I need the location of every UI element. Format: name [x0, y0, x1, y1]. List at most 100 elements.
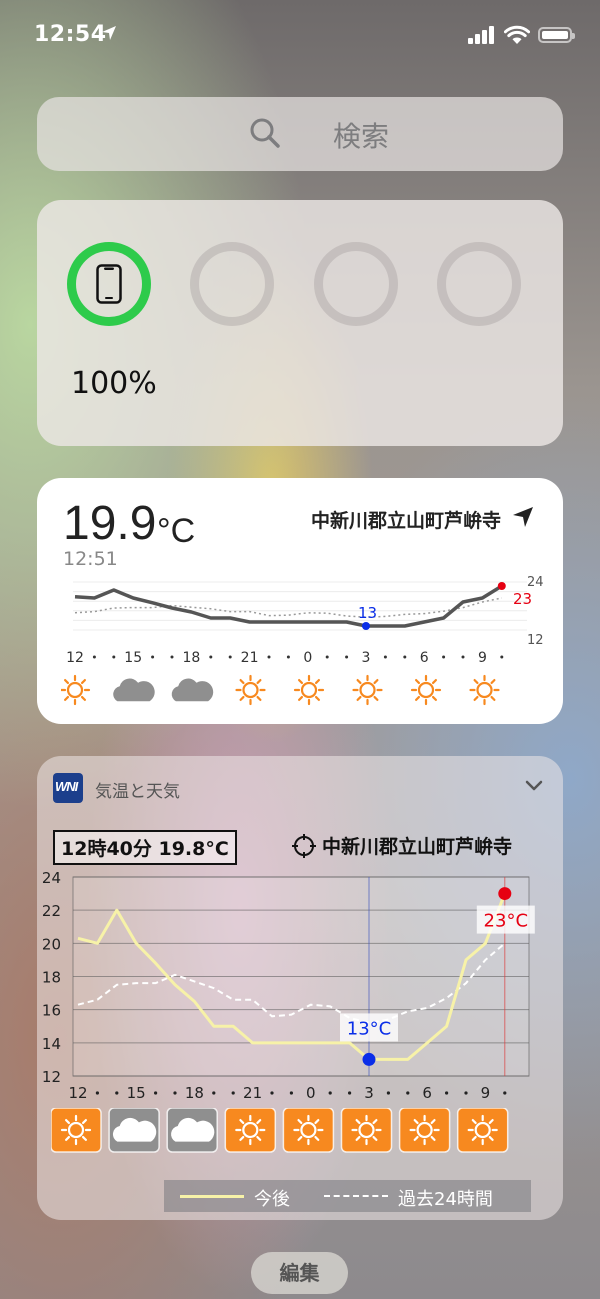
hour-dot	[112, 655, 116, 659]
widget-app-name: 気温と天気	[95, 782, 180, 802]
hour-dot	[403, 655, 407, 659]
x-tick-label: 6	[422, 1084, 432, 1102]
location-name: 中新川郡立山町芦峅寺	[322, 836, 513, 858]
x-tick-label: 9	[481, 1084, 491, 1102]
hour-dot	[228, 655, 232, 659]
hour-dot	[325, 655, 329, 659]
empty-battery-slot	[314, 242, 398, 326]
hour-dot	[442, 655, 446, 659]
x-tick-dot	[231, 1091, 235, 1095]
status-bar: 12:54	[0, 0, 600, 72]
forecast-icons-row	[61, 674, 500, 706]
x-tick-dot	[348, 1091, 352, 1095]
hour-dot	[170, 655, 174, 659]
temperature-sparkline-chart: 13 2324 12 12 15 18 21 0 3 6 9	[66, 575, 544, 666]
hour-dot	[151, 655, 155, 659]
x-tick-dot	[503, 1091, 507, 1095]
x-tick-dot	[464, 1091, 468, 1095]
temperature-line-chart: 12 14 16 18 20 22 24 13°C 23°C 12 15 18 21 0 3 6 9	[42, 869, 535, 1102]
sun-icon	[293, 674, 325, 706]
sun-icon	[410, 674, 442, 706]
hour-dot	[209, 655, 213, 659]
weather-widget[interactable]: 19.9 °C 12:51 中新川郡立山町芦峅寺 13 23 24 12 12 15 18 2…	[37, 478, 563, 724]
hour-label: 15	[124, 650, 142, 666]
low-marker	[362, 622, 370, 630]
battery-icon	[538, 27, 575, 43]
x-tick-label: 15	[127, 1084, 146, 1102]
search-bar[interactable]: 検索	[37, 97, 563, 171]
hour-label: 9	[478, 650, 487, 666]
cloud-icon	[166, 1108, 218, 1153]
battery-percent: 100%	[71, 366, 157, 401]
weather-detail-widget[interactable]: WNI 気温と天気 12時40分 19.8°C 中新川郡立山町芦峅寺 12 14 1…	[37, 756, 563, 1220]
status-time: 12:54	[34, 22, 107, 47]
location-name: 中新川郡立山町芦峅寺	[310, 510, 501, 532]
sun-icon	[469, 674, 500, 706]
device-battery-ring	[67, 242, 151, 326]
current-temperature: 19.9	[63, 497, 157, 550]
x-tick-dot	[270, 1091, 274, 1095]
search-placeholder: 検索	[333, 120, 390, 153]
legend-label-future: 今後	[254, 1189, 290, 1210]
y-tick-label: 20	[42, 935, 61, 953]
temperature-unit: °C	[157, 512, 196, 550]
high-marker	[498, 887, 512, 901]
legend-swatch-future	[180, 1195, 244, 1198]
x-tick-label: 3	[364, 1084, 374, 1102]
empty-battery-slot	[190, 242, 274, 326]
hour-label: 0	[303, 650, 312, 666]
sun-icon	[224, 1108, 277, 1153]
hour-dot	[461, 655, 465, 659]
sun-icon	[398, 1108, 451, 1153]
chart-legend: 今後 過去24時間	[164, 1180, 531, 1212]
sun-icon	[235, 674, 266, 706]
x-tick-label: 12	[68, 1084, 87, 1102]
edit-button[interactable]: 編集	[251, 1252, 348, 1294]
sun-icon	[456, 1108, 509, 1153]
y-tick-label: 18	[42, 969, 61, 987]
axis-min-label: 12	[527, 633, 544, 648]
x-tick-dot	[406, 1091, 410, 1095]
cloud-icon	[108, 1108, 160, 1153]
y-tick-label: 24	[42, 869, 61, 887]
x-tick-dot	[328, 1091, 332, 1095]
observation-time: 12:51	[63, 548, 118, 570]
x-tick-label: 0	[306, 1084, 316, 1102]
sun-icon	[61, 674, 91, 706]
forecast-icons-row	[51, 1108, 509, 1153]
cloud-icon	[113, 678, 155, 702]
low-label: 13	[358, 604, 377, 622]
high-marker	[497, 582, 506, 590]
x-tick-dot	[445, 1091, 449, 1095]
x-tick-label: 18	[185, 1084, 204, 1102]
low-label: 13°C	[347, 1018, 391, 1039]
y-tick-label: 14	[42, 1035, 61, 1053]
current-time-temperature: 12時40分 19.8°C	[53, 830, 237, 865]
y-tick-label: 16	[42, 1002, 61, 1020]
x-tick-dot	[212, 1091, 216, 1095]
batteries-widget[interactable]: 100%	[37, 200, 563, 446]
high-label: 23	[513, 590, 532, 608]
cellular-signal-icon	[468, 26, 494, 44]
y-tick-label: 12	[42, 1068, 61, 1086]
hour-label: 12	[66, 650, 84, 666]
x-tick-dot	[173, 1091, 177, 1095]
x-tick-dot	[115, 1091, 119, 1095]
wifi-icon	[504, 25, 530, 44]
hour-dot	[383, 655, 387, 659]
x-tick-label: 21	[243, 1084, 262, 1102]
legend-label-past: 過去24時間	[398, 1189, 493, 1210]
axis-max-label: 24	[527, 575, 544, 590]
empty-battery-slot	[437, 242, 521, 326]
x-tick-dot	[95, 1091, 99, 1095]
iphone-icon	[96, 264, 122, 304]
y-tick-label: 22	[42, 902, 61, 920]
chevron-down-icon[interactable]	[525, 780, 543, 792]
hour-dot	[92, 655, 96, 659]
hour-dot	[345, 655, 349, 659]
location-target-icon	[292, 834, 316, 858]
hour-dot	[286, 655, 290, 659]
sun-icon	[352, 674, 383, 706]
low-marker	[362, 1052, 376, 1066]
legend-swatch-past	[324, 1195, 388, 1197]
